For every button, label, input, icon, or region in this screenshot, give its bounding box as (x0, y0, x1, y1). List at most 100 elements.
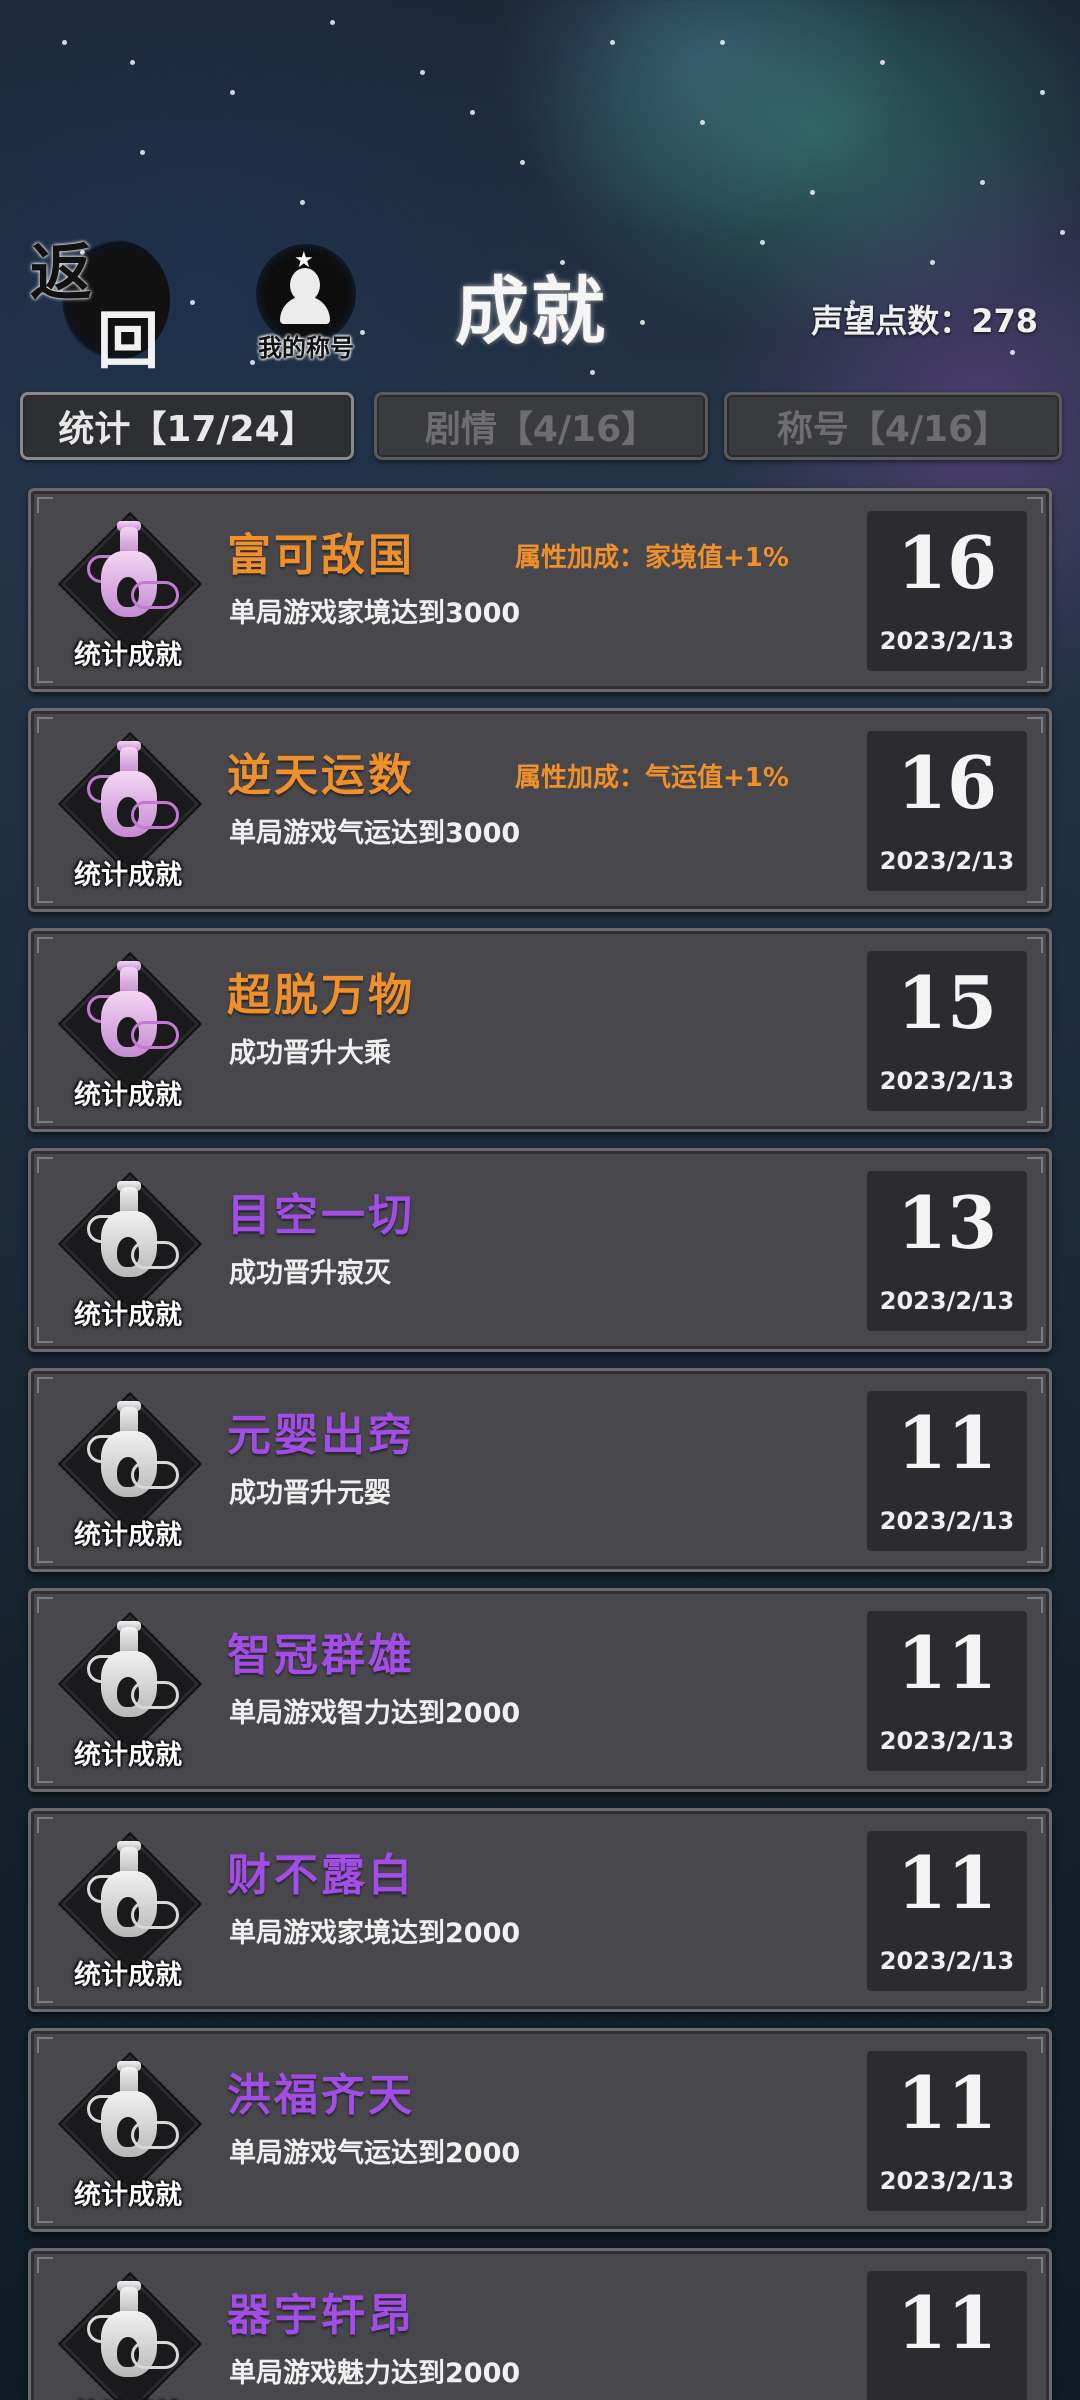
achievement-name: 财不露白 (227, 1850, 415, 1901)
card-corner (1027, 1987, 1043, 2003)
star-dot (640, 320, 645, 325)
star-dot (130, 60, 135, 65)
card-corner (1027, 1817, 1043, 1833)
back-button-char-2: 回 (97, 304, 160, 377)
gray-vase-icon (87, 2061, 179, 2177)
tab-story[interactable]: 剧情【4/16】 (374, 392, 708, 460)
gray-vase-icon (87, 1841, 179, 1957)
achievement-date: 2023/2/13 (879, 1067, 1015, 1095)
achievement-date: 2023/2/13 (879, 2167, 1015, 2195)
star-dot (610, 40, 615, 45)
points-box: 11 2023/2/13 (867, 1391, 1027, 1551)
star-dot (1060, 230, 1065, 235)
achievement-name: 元婴出窍 (227, 1410, 415, 1461)
achievement-card[interactable]: 统计成就 洪福齐天 单局游戏气运达到2000 11 2023/2/13 (28, 2028, 1052, 2232)
badge-label: 统计成就 (74, 1080, 182, 1111)
achievement-points: 16 (896, 520, 998, 605)
star-dot (300, 200, 305, 205)
pink-vase-icon (87, 741, 179, 857)
achievement-name: 器宇轩昂 (227, 2290, 415, 2341)
achievement-name: 逆天运数 (227, 750, 415, 801)
points-box: 13 2023/2/13 (867, 1171, 1027, 1331)
points-box: 15 2023/2/13 (867, 951, 1027, 1111)
card-corner (37, 1817, 53, 1833)
gray-vase-icon (87, 2281, 179, 2397)
back-button[interactable]: 返 回 (22, 232, 172, 372)
star-dot (810, 190, 815, 195)
badge-label: 统计成就 (74, 1740, 182, 1771)
gray-vase-icon (87, 1181, 179, 1297)
achievement-badge: 统计成就 (53, 1613, 203, 1773)
achievement-card[interactable]: 统计成就 超脱万物 成功晋升大乘 15 2023/2/13 (28, 928, 1052, 1132)
cloud-swirl (131, 1241, 179, 1269)
points-box: 11 2023/2/13 (867, 1611, 1027, 1771)
achievement-badge: 统计成就 (53, 2053, 203, 2213)
badge-label: 统计成就 (74, 640, 182, 671)
achievement-date: 2023/2/13 (879, 1287, 1015, 1315)
achievement-card[interactable]: 统计成就 逆天运数 属性加成：气运值+1% 单局游戏气运达到3000 16 20… (28, 708, 1052, 912)
achievement-badge: 统计成就 (53, 2273, 203, 2400)
star-dot (760, 240, 765, 245)
gray-vase-icon (87, 1401, 179, 1517)
achievement-card[interactable]: 统计成就 财不露白 单局游戏家境达到2000 11 2023/2/13 (28, 1808, 1052, 2012)
card-corner (37, 2257, 53, 2273)
achievement-card[interactable]: 统计成就 目空一切 成功晋升寂灭 13 2023/2/13 (28, 1148, 1052, 1352)
achievement-card[interactable]: 统计成就 器宇轩昂 单局游戏魅力达到2000 11 (28, 2248, 1052, 2400)
star-dot (420, 70, 425, 75)
card-corner (1027, 887, 1043, 903)
achievement-badge: 统计成就 (53, 513, 203, 673)
prestige-value: 278 (971, 302, 1038, 340)
star-dot (720, 40, 725, 45)
page-title: 成就 (455, 269, 607, 355)
star-dot (470, 110, 475, 115)
card-corner (1027, 1157, 1043, 1173)
tab-titles[interactable]: 称号【4/16】 (724, 392, 1062, 460)
card-corner (1027, 1597, 1043, 1613)
star-dot (230, 90, 235, 95)
pink-vase-icon (87, 961, 179, 1077)
achievement-description: 单局游戏魅力达到2000 (229, 2358, 521, 2389)
tab-statistics[interactable]: 统计【17/24】 (20, 392, 354, 460)
card-corner (37, 717, 53, 733)
card-corner (37, 1547, 53, 1563)
badge-label: 统计成就 (74, 860, 182, 891)
badge-label: 统计成就 (74, 1300, 182, 1331)
cloud-swirl (131, 1021, 179, 1049)
prestige-label: 声望点数： (811, 302, 972, 340)
cloud-swirl (131, 2121, 179, 2149)
cloud-swirl (131, 801, 179, 829)
cloud-swirl (131, 581, 179, 609)
star-dot (520, 160, 525, 165)
points-box: 11 (867, 2271, 1027, 2400)
badge-label: 统计成就 (53, 2393, 203, 2400)
achievement-card[interactable]: 统计成就 富可敌国 属性加成：家境值+1% 单局游戏家境达到3000 16 20… (28, 488, 1052, 692)
card-corner (37, 887, 53, 903)
card-corner (37, 1107, 53, 1123)
card-corner (1027, 1767, 1043, 1783)
badge-label: 统计成就 (74, 1960, 182, 1991)
star-dot (1040, 90, 1045, 95)
card-corner (1027, 2257, 1043, 2273)
achievement-date: 2023/2/13 (879, 627, 1015, 655)
achievement-name: 智冠群雄 (227, 1630, 415, 1681)
achievement-description: 成功晋升元婴 (229, 1478, 391, 1509)
star-dot (590, 370, 595, 375)
achievement-name: 超脱万物 (227, 970, 415, 1021)
points-box: 11 2023/2/13 (867, 2051, 1027, 2211)
star-dot (190, 300, 195, 305)
achievement-date: 2023/2/13 (879, 847, 1015, 875)
my-title-button[interactable]: ★ 我的称号 (246, 238, 366, 362)
achievement-points: 11 (896, 2280, 998, 2365)
tab-bar: 统计【17/24】 剧情【4/16】 称号【4/16】 (20, 392, 1062, 464)
card-corner (37, 1767, 53, 1783)
pink-vase-icon (87, 521, 179, 637)
card-corner (1027, 667, 1043, 683)
card-corner (37, 497, 53, 513)
achievement-description: 单局游戏家境达到2000 (229, 1918, 521, 1949)
achievement-points: 15 (896, 960, 998, 1045)
achievement-badge: 统计成就 (53, 1833, 203, 1993)
achievement-card[interactable]: 统计成就 智冠群雄 单局游戏智力达到2000 11 2023/2/13 (28, 1588, 1052, 1792)
card-corner (1027, 1107, 1043, 1123)
achievement-card[interactable]: 统计成就 元婴出窍 成功晋升元婴 11 2023/2/13 (28, 1368, 1052, 1572)
achievement-description: 成功晋升寂灭 (229, 1258, 391, 1289)
